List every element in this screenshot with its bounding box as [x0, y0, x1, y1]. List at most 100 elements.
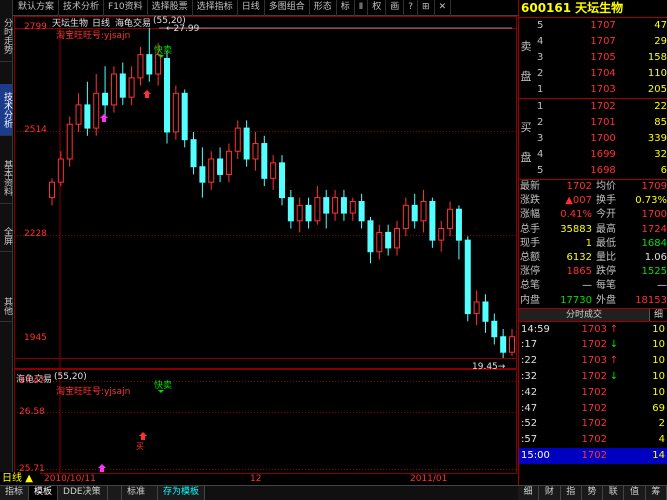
bottom-tab-blank[interactable] [108, 486, 123, 500]
sidebar-tab-basic-info[interactable]: 基本资料 [0, 152, 12, 204]
toolbar-technical-analysis[interactable]: 技术分析 [59, 0, 105, 16]
tick-row[interactable]: :32 1702 ↓ 10 [519, 369, 667, 385]
candle-down [385, 231, 392, 249]
sub-buy-arrow-icon-2 [98, 464, 106, 472]
ask-row[interactable]: 2 1704 110 [519, 66, 667, 82]
main-y-label-3: 2228 [24, 229, 47, 239]
tick-row[interactable]: 15:00 1702 14 [519, 448, 667, 464]
ask-row[interactable]: 4 1707 29 [519, 34, 667, 50]
tick-row[interactable]: :52 1702 2 [519, 416, 667, 432]
bid-side-label: 买盘 [520, 107, 532, 177]
toolbar-f10[interactable]: F10资料 [104, 0, 148, 16]
stat-value: 1700 [641, 209, 667, 221]
chart-area[interactable]: ←27.99 19.45→ 快卖 快卖买 天坛生物 日线 海龟交易 (55,20) 淘… [14, 16, 517, 485]
toolbar-rights[interactable]: 权 [368, 0, 387, 16]
tick-volume: 10 [652, 323, 665, 335]
bottom-tab-template[interactable]: 模板 [29, 486, 59, 500]
x-axis-label-start: 2010/10/11 [44, 474, 96, 484]
stat-row: 总手 35883 最高 1724 [519, 223, 667, 237]
stat-key: 涨跌 [520, 195, 540, 207]
candle-up [110, 73, 117, 106]
kline-chart-svg[interactable]: ←27.9919.45→快卖快卖买 [14, 16, 517, 485]
sub-sell-arrow-icon [158, 390, 164, 393]
bottom-tab-dde[interactable]: DDE决策 [58, 486, 109, 500]
bid-row[interactable]: 5 1698 6 [519, 163, 667, 179]
toolbar-select-stock[interactable]: 选择股票 [148, 0, 193, 16]
candle-up [225, 150, 232, 175]
main-sell-signal: 快卖 [154, 44, 172, 56]
tick-row[interactable]: :57 1702 4 [519, 432, 667, 448]
sidebar-tab-fullscreen[interactable]: 全屏 [0, 220, 12, 252]
candle-down [261, 143, 268, 179]
right-tab-detail[interactable]: 细 [518, 486, 540, 500]
tick-row[interactable]: :17 1702 ↓ 10 [519, 337, 667, 353]
candle-down [84, 104, 91, 129]
toolbar-pattern[interactable]: 形态 [310, 0, 337, 16]
stat-key: 最低 [596, 237, 616, 249]
candle-up [208, 158, 215, 183]
toolbar-level2[interactable]: Ⅱ [355, 0, 369, 16]
right-tab-finance[interactable]: 财 [539, 486, 561, 500]
tick-row[interactable]: 14:59 1703 ↑ 10 [519, 322, 667, 338]
ask-volume: 47 [654, 20, 667, 31]
tick-volume: 10 [652, 386, 665, 398]
candle-down [181, 92, 188, 141]
bottom-tab-indicator[interactable]: 指标 [0, 486, 30, 500]
right-tab-chips[interactable]: 筹 [646, 486, 667, 500]
ask-row[interactable]: 1 1703 205 [519, 82, 667, 98]
toolbar-draw[interactable]: 画 [386, 0, 405, 16]
tick-time: :17 [521, 339, 538, 351]
ask-level: 5 [537, 20, 544, 31]
right-tab-value[interactable]: 值 [624, 486, 646, 500]
tick-price: 1702 [581, 386, 607, 398]
tick-row[interactable]: :42 1702 10 [519, 385, 667, 401]
bid-book: 买盘 1 1702 22 2 1701 85 3 1700 339 4 1699 32 5 1698 6 [519, 99, 667, 180]
sub-buy-arrow-icon [139, 432, 147, 440]
candle-up [420, 201, 427, 222]
bid-row[interactable]: 1 1702 22 [519, 99, 667, 115]
toolbar-default-scheme[interactable]: 默认方案 [14, 0, 60, 16]
right-tab-index[interactable]: 指 [561, 486, 582, 500]
right-tab-linked[interactable]: 联 [603, 486, 625, 500]
bid-volume: 6 [660, 165, 667, 176]
toolbar-layout[interactable]: ⊞ [418, 0, 435, 16]
bid-row[interactable]: 4 1699 32 [519, 147, 667, 163]
toolbar-help[interactable]: ? [404, 0, 419, 16]
toolbar-mark[interactable]: 标 [337, 0, 355, 16]
sidebar-tab-intraday[interactable]: 分时走势 [0, 10, 12, 62]
ask-row[interactable]: 3 1705 158 [519, 50, 667, 66]
tick-row[interactable]: :47 1702 69 [519, 401, 667, 417]
ask-level: 1 [537, 84, 544, 95]
sidebar-tab-other[interactable]: 其他 [0, 290, 12, 322]
sidebar-tab-technical[interactable]: 技术分析 [0, 84, 12, 136]
ticks-detail-toggle[interactable]: 细 [649, 308, 667, 321]
tick-time: :32 [521, 371, 538, 383]
toolbar-close[interactable]: ✕ [435, 0, 452, 16]
tick-volume: 10 [652, 355, 665, 367]
candle-up [447, 208, 454, 230]
main-chart-watermark: 淘宝旺旺号:yjsajn [56, 31, 131, 41]
bottom-tab-standard[interactable]: 标准 [122, 486, 159, 500]
tick-volume: 10 [652, 339, 665, 351]
tick-time: :42 [521, 386, 538, 398]
bid-row[interactable]: 3 1700 339 [519, 131, 667, 147]
stat-key: 总笔 [520, 280, 540, 292]
toolbar-multi-chart[interactable]: 多图组合 [265, 0, 310, 16]
ask-level: 2 [537, 68, 544, 79]
tick-row[interactable]: :22 1703 ↑ 10 [519, 353, 667, 369]
candle-up [473, 301, 480, 315]
candle-down [340, 197, 347, 214]
candle-down [146, 54, 153, 75]
toolbar-select-indicator[interactable]: 选择指标 [193, 0, 238, 16]
toolbar-daily[interactable]: 日线 [238, 0, 265, 16]
ticks-title[interactable]: 分时成交 [519, 308, 649, 321]
bid-row[interactable]: 2 1701 85 [519, 115, 667, 131]
stat-value: 1702 [566, 181, 592, 192]
ask-row[interactable]: 5 1707 47 [519, 18, 667, 34]
right-tab-trend[interactable]: 势 [582, 486, 604, 500]
candle-up [394, 228, 400, 249]
tick-price: 1702 [581, 450, 607, 462]
tick-price: 1702 [581, 371, 607, 383]
candle-up [252, 143, 259, 160]
bottom-tab-save-template[interactable]: 存为模板 [158, 486, 206, 500]
